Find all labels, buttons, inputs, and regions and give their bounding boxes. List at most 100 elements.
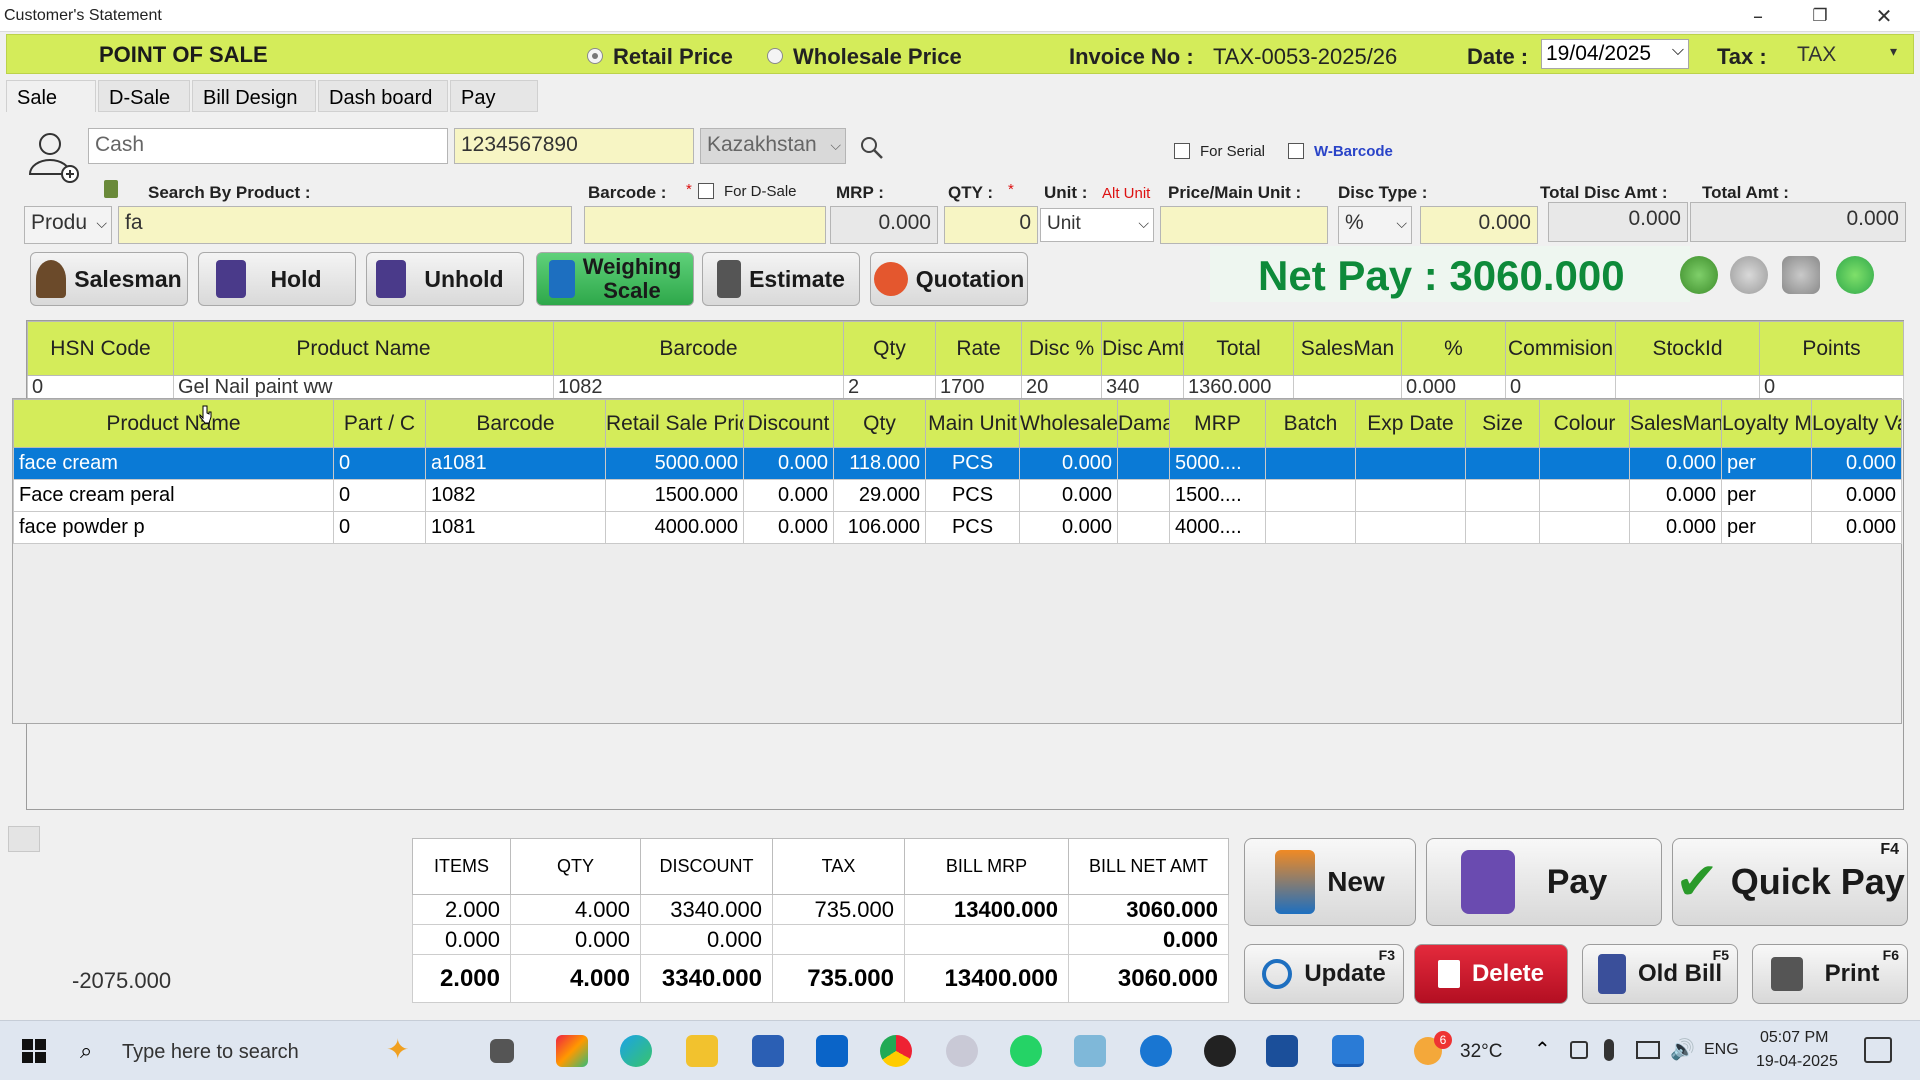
delete-button[interactable]: Delete (1414, 944, 1568, 1004)
price-main-unit-input[interactable] (1160, 206, 1328, 244)
app-icon[interactable] (1204, 1035, 1236, 1067)
product-search-input[interactable]: fa (118, 206, 572, 244)
table-cell (1465, 447, 1540, 480)
unhold-button[interactable]: Unhold (366, 252, 524, 306)
barcode-input[interactable] (584, 206, 826, 244)
country-select[interactable]: Kazakhstan ⌵ (700, 128, 846, 164)
tab-pay[interactable]: Pay (450, 80, 538, 112)
copilot-icon[interactable] (556, 1035, 588, 1067)
disc-value-input[interactable]: 0.000 (1420, 206, 1538, 244)
w-barcode-checkbox[interactable] (1288, 143, 1304, 159)
disc-type-label: Disc Type : (1338, 183, 1428, 202)
outlook-icon[interactable] (816, 1035, 848, 1067)
unlock-icon (376, 260, 407, 298)
add-icon[interactable] (1836, 256, 1874, 294)
table-cell: 0.000 (1401, 375, 1506, 400)
column-header: Total (1183, 321, 1294, 376)
customer-phone-input[interactable]: 1234567890 (454, 128, 694, 164)
table-cell (1117, 511, 1170, 544)
estimate-button[interactable]: Estimate (702, 252, 860, 306)
close-button[interactable]: ✕ (1856, 2, 1912, 30)
table-cell: 0 (1759, 375, 1904, 400)
restore-button[interactable]: ❐ (1792, 2, 1848, 30)
weighing-scale-button[interactable]: Weighing Scale (536, 252, 694, 306)
edge-icon[interactable] (620, 1035, 652, 1067)
column-header: Damage Qty (1117, 399, 1170, 448)
date-value: 19/04/2025 (1546, 42, 1652, 65)
retail-price-label: Retail Price (613, 44, 733, 69)
new-bill-button[interactable]: New (1244, 838, 1416, 926)
for-dsale-checkbox[interactable] (698, 183, 714, 199)
task-view-icon[interactable] (490, 1039, 514, 1063)
windows-start-icon[interactable] (20, 1037, 48, 1065)
column-header: SalesMan (1293, 321, 1402, 376)
search-type-select[interactable]: Produ ⌵ (24, 206, 112, 244)
column-header: Size (1465, 399, 1540, 448)
whatsapp-icon[interactable] (1010, 1035, 1042, 1067)
column-header: Qty (843, 321, 936, 376)
customer-name-input[interactable]: Cash (88, 128, 448, 164)
mrp-input[interactable]: 0.000 (830, 206, 938, 244)
wholesale-price-radio[interactable] (767, 48, 783, 64)
tab-sale[interactable]: Sale (6, 80, 96, 112)
quick-pay-button[interactable]: F4 ✔ Quick Pay (1672, 838, 1908, 926)
tab-d-sale[interactable]: D-Sale (98, 80, 190, 112)
network-icon[interactable] (1570, 1041, 1588, 1059)
language-indicator[interactable]: ENG (1704, 1041, 1739, 1059)
volume-icon[interactable]: 🔊 (1670, 1037, 1695, 1061)
edit-icon[interactable] (1782, 256, 1820, 294)
old-bill-button[interactable]: F5 Old Bill (1582, 944, 1738, 1004)
qty-input[interactable]: 0 (944, 206, 1038, 244)
app-icon[interactable] (1266, 1035, 1298, 1067)
checkmark-icon: ✔ (1675, 852, 1719, 912)
notifications-icon[interactable] (1864, 1037, 1892, 1063)
pay-button[interactable]: Pay (1426, 838, 1662, 926)
app-icon[interactable] (1074, 1035, 1106, 1067)
taskbar-search-box[interactable]: ⌕ Type here to search ✦ (66, 1029, 466, 1073)
quotation-button[interactable]: Quotation (870, 252, 1028, 306)
tab-bill-design[interactable]: Bill Design (192, 80, 316, 112)
display-icon[interactable] (1636, 1041, 1660, 1059)
clock-date[interactable]: 19-04-2025 (1756, 1053, 1838, 1071)
tax-select[interactable]: TAX ▾ (1791, 39, 1903, 69)
retail-price-radio[interactable] (587, 48, 603, 64)
table-row[interactable]: 0 Gel Nail paint ww 1082 2 1700 20 340 1360.000… (27, 375, 1904, 400)
unit-select[interactable]: Unit ⌵ (1040, 208, 1154, 242)
product-search-popup[interactable]: Product Name Part / C Barcode Retail Sale P… (12, 398, 1902, 724)
store-icon[interactable] (752, 1035, 784, 1067)
list-item[interactable]: Face cream peral 0 1082 1500.000 0.000 29.000… (13, 479, 1902, 512)
print-button[interactable]: F6 Print (1752, 944, 1908, 1004)
summary-cell: 3060.000 (1068, 954, 1229, 1003)
microphone-icon[interactable] (1604, 1039, 1614, 1061)
disc-type-select[interactable]: % ⌵ (1338, 206, 1412, 244)
minimize-button[interactable]: – (1730, 2, 1786, 30)
table-cell: 1081 (425, 511, 606, 544)
tab-dash-board[interactable]: Dash board (318, 80, 448, 112)
refresh-icon[interactable] (1680, 256, 1718, 294)
chevron-up-icon[interactable]: ⌃ (1534, 1037, 1551, 1061)
app-icon[interactable] (1140, 1035, 1172, 1067)
hold-button[interactable]: Hold (198, 252, 356, 306)
chrome-icon[interactable] (880, 1035, 912, 1067)
snipping-tool-icon[interactable] (946, 1035, 978, 1067)
salesman-button[interactable]: Salesman (30, 252, 188, 306)
search-icon[interactable] (858, 134, 886, 162)
add-customer-icon[interactable] (24, 128, 80, 188)
for-serial-label: For Serial (1200, 143, 1266, 160)
summary-cell: 3060.000 (1068, 894, 1229, 925)
list-item[interactable]: face powder p 0 1081 4000.000 0.000 106.000 PC… (13, 511, 1902, 544)
table-cell: 0.000 (1019, 511, 1118, 544)
clock-time[interactable]: 05:07 PM (1760, 1029, 1828, 1047)
active-app-icon[interactable] (1332, 1035, 1364, 1067)
w-barcode-label: W-Barcode (1314, 143, 1393, 160)
list-item[interactable]: face cream 0 a1081 5000.000 0.000 118.000 PCS 0… (13, 447, 1902, 480)
for-serial-checkbox[interactable] (1174, 143, 1190, 159)
update-button[interactable]: F3 Update (1244, 944, 1404, 1004)
table-cell: face powder p (13, 511, 334, 544)
file-explorer-icon[interactable] (686, 1035, 718, 1067)
table-cell: 4000.... (1169, 511, 1266, 544)
table-cell: 340 (1101, 375, 1184, 400)
date-picker[interactable]: 19/04/2025 ⌵ (1541, 39, 1689, 69)
remove-icon[interactable] (1730, 256, 1768, 294)
barcode-label: Barcode : (588, 183, 667, 202)
